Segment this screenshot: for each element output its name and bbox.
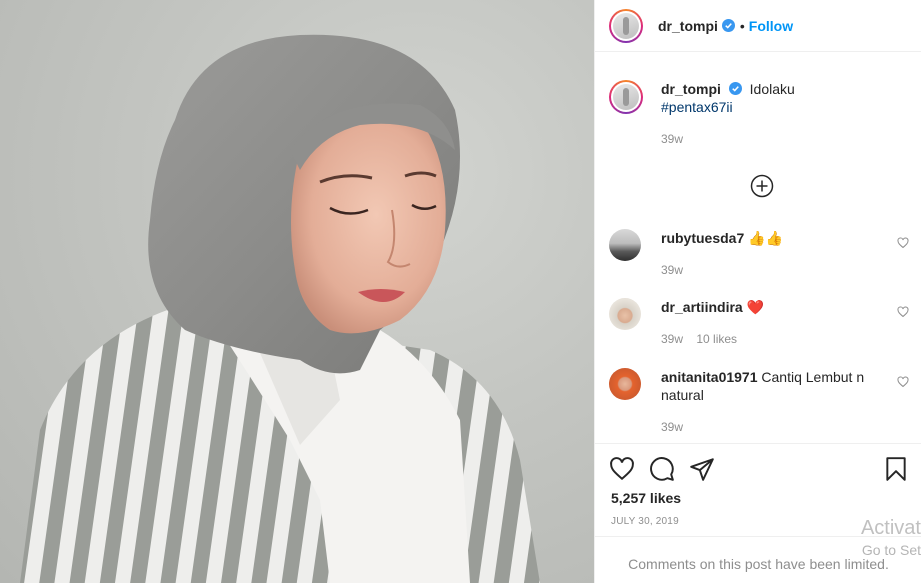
caption-text: Idolaku bbox=[749, 81, 795, 97]
caption: dr_tompi Idolaku #pentax67ii 39w bbox=[609, 80, 909, 160]
author-avatar[interactable] bbox=[609, 8, 643, 43]
comment-like-heart-icon[interactable] bbox=[897, 306, 909, 318]
comment-time[interactable]: 39w bbox=[661, 263, 683, 277]
post-header: dr_tompi • Follow bbox=[595, 0, 921, 52]
windows-activation-subtext: Go to Set bbox=[861, 542, 921, 558]
heart-icon[interactable] bbox=[609, 456, 635, 482]
caption-avatar[interactable] bbox=[609, 80, 643, 114]
comment-item: rubytuesda7 👍👍 39w bbox=[609, 229, 909, 289]
commenter-avatar[interactable] bbox=[609, 368, 641, 400]
bookmark-icon[interactable] bbox=[883, 456, 909, 482]
comment-username[interactable]: anitanita01971 bbox=[661, 369, 758, 385]
likes-count[interactable]: 5,257 likes bbox=[611, 490, 681, 506]
caption-time[interactable]: 39w bbox=[661, 132, 683, 146]
post-date[interactable]: JULY 30, 2019 bbox=[611, 516, 679, 527]
comment-username[interactable]: dr_artiindira bbox=[661, 299, 743, 315]
comment-item: dr_artiindira ❤️ 39w 10 likes bbox=[609, 298, 909, 358]
comment-time[interactable]: 39w bbox=[661, 420, 683, 434]
plus-circle-icon[interactable] bbox=[750, 174, 774, 198]
comments-section: dr_tompi Idolaku #pentax67ii 39w rubytue… bbox=[595, 53, 921, 443]
caption-username[interactable]: dr_tompi bbox=[661, 81, 721, 97]
verified-badge-icon bbox=[728, 82, 742, 95]
paper-plane-icon[interactable] bbox=[689, 456, 715, 482]
comment-bubble-icon[interactable] bbox=[649, 456, 675, 482]
comment-like-heart-icon[interactable] bbox=[897, 376, 909, 388]
post-photo-image bbox=[20, 34, 540, 583]
commenter-avatar[interactable] bbox=[609, 229, 641, 261]
caption-hashtag[interactable]: #pentax67ii bbox=[661, 99, 733, 115]
post-photo[interactable] bbox=[0, 0, 594, 583]
post-actions: 5,257 likes JULY 30, 2019 Comments on th… bbox=[595, 443, 921, 583]
comment-time[interactable]: 39w bbox=[661, 332, 683, 346]
post-sidebar: dr_tompi • Follow dr_tompi Idolaku #pent… bbox=[594, 0, 921, 583]
windows-activation-watermark: Activat bbox=[860, 517, 921, 539]
follow-button[interactable]: Follow bbox=[749, 18, 793, 34]
comment-like-heart-icon[interactable] bbox=[897, 237, 909, 249]
separator-dot: • bbox=[739, 17, 745, 34]
comment-text: 👍👍 bbox=[748, 230, 784, 246]
author-username[interactable]: dr_tompi bbox=[658, 18, 718, 34]
commenter-avatar[interactable] bbox=[609, 298, 641, 330]
comment-item: anitanita01971 Cantiq Lembut n natural 3… bbox=[609, 368, 909, 443]
comment-username[interactable]: rubytuesda7 bbox=[661, 230, 744, 246]
comment-likes[interactable]: 10 likes bbox=[696, 332, 737, 346]
comment-text: ❤️ bbox=[746, 299, 765, 315]
verified-badge-icon bbox=[721, 19, 735, 32]
